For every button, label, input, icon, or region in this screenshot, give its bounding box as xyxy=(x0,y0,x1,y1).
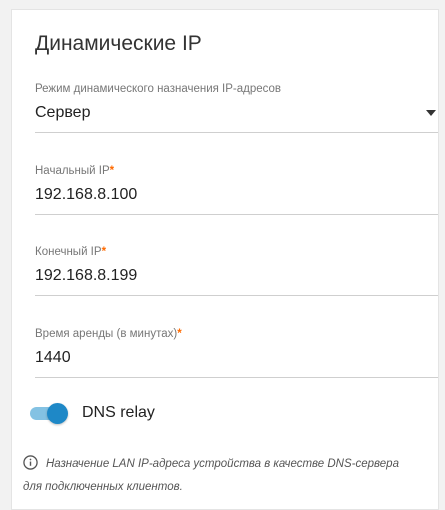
dns-relay-row: DNS relay xyxy=(30,401,155,425)
end-ip-label-text: Конечный IP xyxy=(35,246,102,258)
start-ip-field[interactable]: Начальный IP* 192.168.8.100 xyxy=(35,165,438,215)
lease-time-input[interactable]: 1440 xyxy=(35,349,438,378)
mode-selected-value: Сервер xyxy=(35,104,91,121)
toggle-knob[interactable] xyxy=(47,403,68,424)
section-title: Динамические IP xyxy=(35,32,202,55)
lease-time-label-text: Время аренды (в минутах) xyxy=(35,328,178,340)
chevron-down-icon[interactable] xyxy=(426,110,436,116)
required-mark: * xyxy=(101,246,107,258)
dynamic-ip-card: Динамические IP Режим динамического назн… xyxy=(11,9,439,510)
mode-value[interactable]: Сервер xyxy=(35,104,438,133)
lease-time-field[interactable]: Время аренды (в минутах)* 1440 xyxy=(35,328,438,378)
end-ip-input[interactable]: 192.168.8.199 xyxy=(35,267,438,296)
start-ip-label-text: Начальный IP xyxy=(35,165,110,177)
end-ip-field[interactable]: Конечный IP* 192.168.8.199 xyxy=(35,246,438,296)
end-ip-label: Конечный IP* xyxy=(35,246,438,258)
mode-label: Режим динамического назначения IP-адресо… xyxy=(35,83,282,95)
info-note: Назначение LAN IP-адреса устройства в ка… xyxy=(23,453,413,499)
dns-relay-toggle[interactable] xyxy=(30,402,68,424)
required-mark: * xyxy=(177,328,182,340)
start-ip-label: Начальный IP* xyxy=(35,165,438,177)
mode-select[interactable]: Режим динамического назначения IP-адресо… xyxy=(35,83,438,133)
info-text: Назначение LAN IP-адреса устройства в ка… xyxy=(23,458,399,493)
required-mark: * xyxy=(109,165,115,177)
info-icon xyxy=(23,455,38,470)
lease-time-label: Время аренды (в минутах)* xyxy=(35,328,438,340)
dns-relay-label: DNS relay xyxy=(82,404,155,421)
start-ip-input[interactable]: 192.168.8.100 xyxy=(35,186,438,215)
